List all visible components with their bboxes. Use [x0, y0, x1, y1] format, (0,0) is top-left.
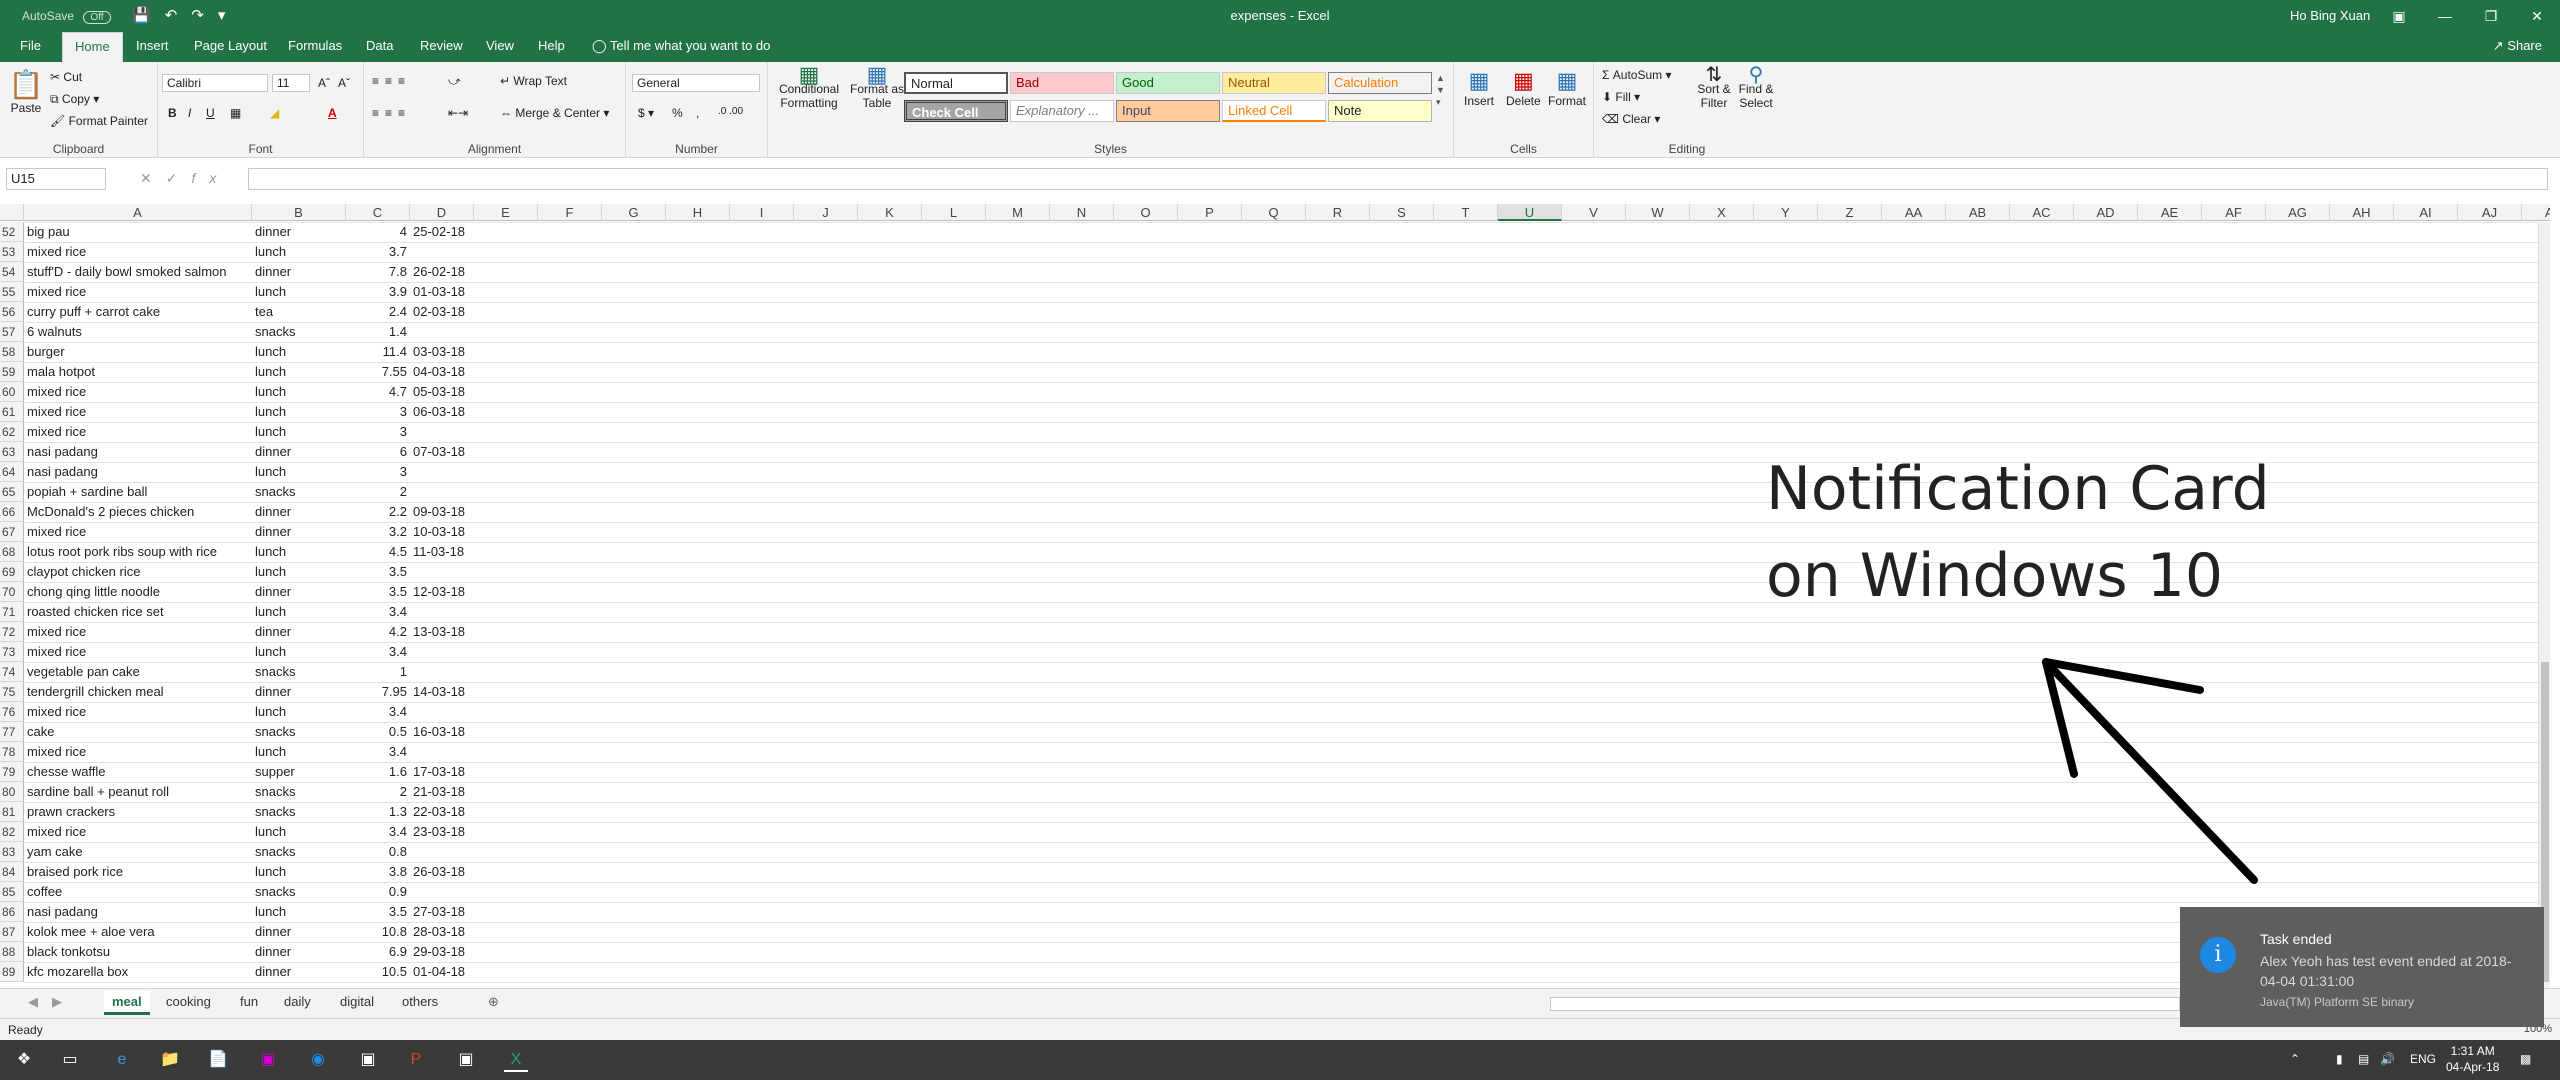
- notepad-icon[interactable]: 📄: [206, 1048, 230, 1072]
- sheet-tabs-bar: ◀ ▶ meal cooking fun daily digital other…: [0, 988, 2560, 1018]
- excel-icon[interactable]: X: [504, 1048, 528, 1072]
- task-view-icon[interactable]: ▭: [58, 1048, 82, 1072]
- tray-battery-icon[interactable]: ▮: [2336, 1052, 2343, 1066]
- intellij-icon[interactable]: ▣: [256, 1048, 280, 1072]
- edge-icon[interactable]: e: [110, 1048, 134, 1072]
- tray-network-icon[interactable]: ▤: [2358, 1052, 2369, 1066]
- sheet-tab-daily[interactable]: daily: [276, 991, 319, 1012]
- sheet-prev-icon[interactable]: ◀: [20, 991, 46, 1013]
- java-app-icon[interactable]: ▣: [356, 1048, 380, 1072]
- toast-title: Task ended: [2260, 931, 2332, 947]
- status-ready: Ready: [8, 1023, 43, 1037]
- maps-icon[interactable]: ◉: [306, 1048, 330, 1072]
- sheet-next-icon[interactable]: ▶: [44, 991, 70, 1013]
- sheet-tab-fun[interactable]: fun: [232, 991, 266, 1012]
- sheet-tab-cooking[interactable]: cooking: [158, 991, 219, 1012]
- file-explorer-icon[interactable]: 📁: [158, 1048, 182, 1072]
- status-bar: Ready 100%: [0, 1018, 2560, 1040]
- powerpoint-icon[interactable]: P: [404, 1048, 428, 1072]
- start-icon[interactable]: ❖: [12, 1048, 36, 1072]
- horizontal-scrollbar[interactable]: [1550, 997, 2180, 1011]
- toast-app-name: Java(TM) Platform SE binary: [2260, 995, 2415, 1009]
- sheet-tab-others[interactable]: others: [394, 991, 446, 1012]
- sheet-tab-digital[interactable]: digital: [332, 991, 382, 1012]
- language-indicator[interactable]: ENG: [2410, 1052, 2436, 1066]
- toast-body: Alex Yeoh has test event ended at 2018-0…: [2260, 953, 2512, 989]
- java-app-2-icon[interactable]: ▣: [454, 1048, 478, 1072]
- clock-date: 04-Apr-18: [2446, 1060, 2500, 1074]
- taskbar-clock[interactable]: 1:31 AM 04-Apr-18: [2446, 1043, 2499, 1075]
- info-icon: i: [2200, 937, 2236, 973]
- taskbar: ❖ ▭ e 📁 📄 ▣ ◉ ▣ P ▣ X ⌃ ▮ ▤ 🔊 ENG 1:31 A…: [0, 1040, 2560, 1080]
- clock-time: 1:31 AM: [2450, 1044, 2495, 1058]
- add-sheet-icon[interactable]: ⊕: [480, 991, 507, 1013]
- action-center-icon[interactable]: ▩: [2520, 1052, 2531, 1066]
- tray-volume-icon[interactable]: 🔊: [2380, 1052, 2395, 1066]
- sheet-tab-meal[interactable]: meal: [104, 991, 150, 1015]
- notification-toast[interactable]: i Task ended Alex Yeoh has test event en…: [2180, 907, 2544, 1027]
- annotation-arrow: [2042, 658, 2258, 884]
- tray-chevron-icon[interactable]: ⌃: [2290, 1052, 2300, 1066]
